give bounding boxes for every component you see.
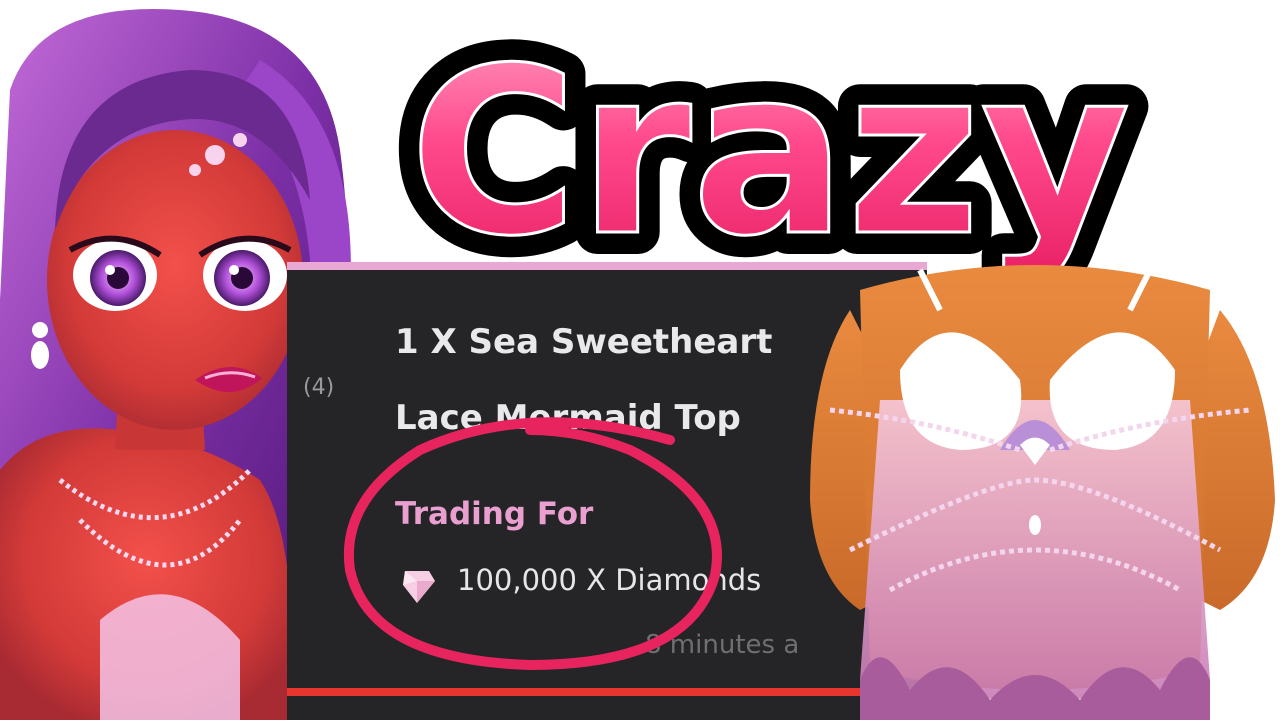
thumbnail: Crazy Crazy 1 X Sea Sweetheart Lace Merm… (0, 0, 1280, 720)
trading-for-label: Trading For (395, 496, 594, 532)
timestamp-text: 8 minutes a (645, 630, 800, 660)
side-count-label: (4) (303, 375, 335, 400)
price-text: 100,000 X Diamonds (457, 563, 762, 597)
diamond-icon (403, 571, 435, 603)
title-text: Crazy (409, 20, 1130, 287)
item-name-line-2: Lace Mermaid Top (395, 398, 741, 438)
item-name-line-1: 1 X Sea Sweetheart (395, 322, 773, 362)
right-character-outfit (810, 265, 1275, 720)
